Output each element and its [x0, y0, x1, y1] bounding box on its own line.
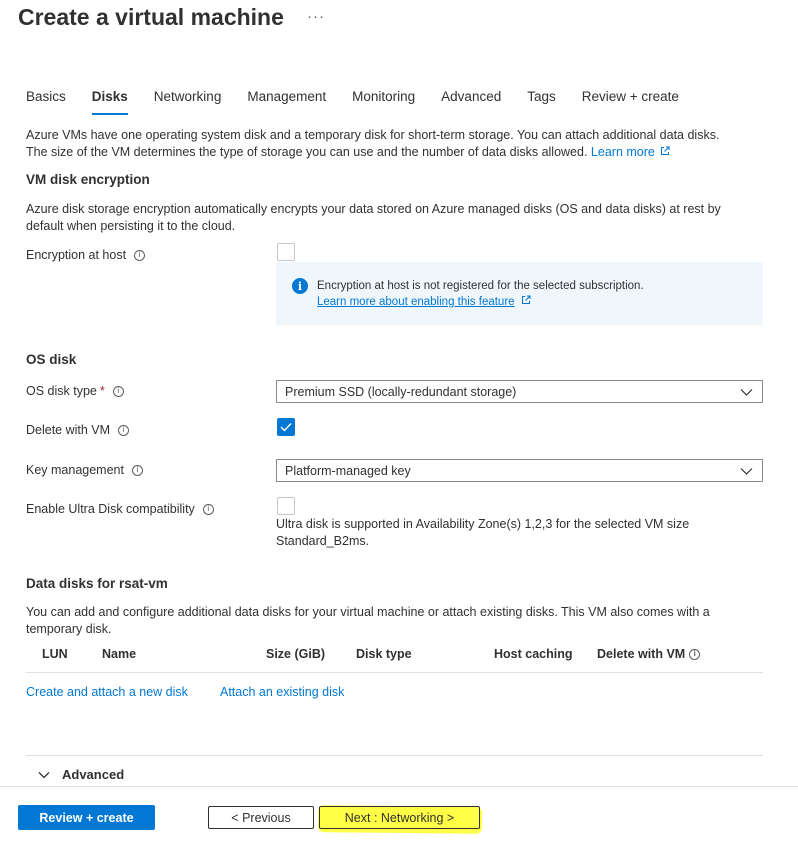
- external-link-icon: [661, 146, 670, 155]
- review-create-button[interactable]: Review + create: [18, 805, 155, 830]
- tab-management[interactable]: Management: [247, 89, 326, 109]
- tab-monitoring[interactable]: Monitoring: [352, 89, 415, 109]
- ultra-disk-label: Enable Ultra Disk compatibility i: [26, 502, 214, 516]
- delete-with-vm-label: Delete with VM i: [26, 423, 130, 437]
- info-icon[interactable]: i: [112, 385, 124, 397]
- attach-existing-disk-link[interactable]: Attach an existing disk: [220, 685, 344, 699]
- column-header-name[interactable]: Name: [102, 647, 136, 661]
- info-icon[interactable]: i: [689, 648, 701, 660]
- checkmark-icon: [280, 423, 292, 432]
- os-disk-type-label: OS disk type * i: [26, 384, 124, 398]
- footer-divider: [0, 786, 798, 787]
- more-options-icon[interactable]: ···: [307, 8, 325, 25]
- encryption-desc-line-1: Azure disk storage encryption automatica…: [26, 202, 721, 216]
- tab-tags[interactable]: Tags: [527, 89, 556, 109]
- os-disk-heading: OS disk: [26, 352, 77, 367]
- advanced-expander[interactable]: Advanced: [38, 767, 124, 782]
- key-management-label: Key management i: [26, 463, 143, 477]
- next-networking-button[interactable]: Next : Networking >: [319, 806, 480, 829]
- column-header-delete-with-vm[interactable]: Delete with VM i: [597, 647, 701, 661]
- tab-networking[interactable]: Networking: [154, 89, 222, 109]
- enable-feature-link[interactable]: Learn more about enabling this feature: [317, 296, 515, 308]
- create-attach-new-disk-link[interactable]: Create and attach a new disk: [26, 685, 188, 699]
- ultra-disk-hint-line-2: Standard_B2ms.: [276, 534, 370, 548]
- ultra-disk-checkbox[interactable]: [277, 497, 295, 515]
- encryption-at-host-label: Encryption at host i: [26, 248, 146, 262]
- tab-disks[interactable]: Disks: [91, 89, 128, 115]
- data-disks-desc-line-2: temporary disk.: [26, 622, 112, 636]
- encryption-description: Azure disk storage encryption automatica…: [26, 201, 786, 235]
- column-header-disk-type[interactable]: Disk type: [356, 647, 412, 661]
- encryption-info-message: Encryption at host is not registered for…: [317, 280, 644, 292]
- encryption-desc-line-2: default when persisting it to the cloud.: [26, 219, 236, 233]
- ultra-disk-hint-line-1: Ultra disk is supported in Availability …: [276, 517, 690, 531]
- tab-review-create[interactable]: Review + create: [582, 89, 679, 109]
- intro-line-2: The size of the VM determines the type o…: [26, 145, 588, 159]
- column-header-lun: LUN: [42, 647, 68, 661]
- learn-more-link[interactable]: Learn more: [591, 145, 670, 159]
- delete-with-vm-checkbox[interactable]: [277, 418, 295, 436]
- column-header-host-caching[interactable]: Host caching: [494, 647, 573, 661]
- tab-basics[interactable]: Basics: [26, 89, 66, 109]
- ultra-disk-hint: Ultra disk is supported in Availability …: [276, 516, 766, 550]
- data-disks-desc-line-1: You can add and configure additional dat…: [26, 605, 710, 619]
- data-disks-description: You can add and configure additional dat…: [26, 604, 786, 638]
- os-disk-type-value: Premium SSD (locally-redundant storage): [285, 384, 517, 399]
- required-marker: *: [99, 384, 105, 398]
- chevron-down-icon: [740, 389, 753, 396]
- intro-text: Azure VMs have one operating system disk…: [26, 127, 786, 161]
- info-circle-icon: i: [292, 278, 308, 294]
- table-divider: [26, 672, 763, 673]
- encryption-info-box: i Encryption at host is not registered f…: [276, 262, 763, 325]
- data-disks-heading: Data disks for rsat-vm: [26, 576, 168, 591]
- tab-advanced[interactable]: Advanced: [441, 89, 501, 109]
- intro-line-1: Azure VMs have one operating system disk…: [26, 128, 720, 142]
- chevron-down-icon: [740, 468, 753, 475]
- os-disk-type-select[interactable]: Premium SSD (locally-redundant storage): [276, 380, 763, 403]
- column-header-size[interactable]: Size (GiB): [266, 647, 325, 661]
- info-icon[interactable]: i: [131, 464, 143, 476]
- advanced-label: Advanced: [62, 767, 125, 782]
- key-management-value: Platform-managed key: [285, 463, 411, 478]
- external-link-icon: [521, 295, 531, 304]
- tab-bar: Basics Disks Networking Management Monit…: [26, 89, 705, 115]
- encryption-heading: VM disk encryption: [26, 172, 150, 187]
- encryption-at-host-checkbox[interactable]: [277, 243, 295, 261]
- advanced-divider: [26, 755, 763, 756]
- info-icon[interactable]: i: [118, 424, 130, 436]
- previous-button[interactable]: < Previous: [208, 806, 314, 829]
- key-management-select[interactable]: Platform-managed key: [276, 459, 763, 482]
- info-icon[interactable]: i: [202, 503, 214, 515]
- info-icon[interactable]: i: [134, 249, 146, 261]
- chevron-down-icon: [38, 771, 50, 778]
- page-title: Create a virtual machine: [18, 4, 284, 30]
